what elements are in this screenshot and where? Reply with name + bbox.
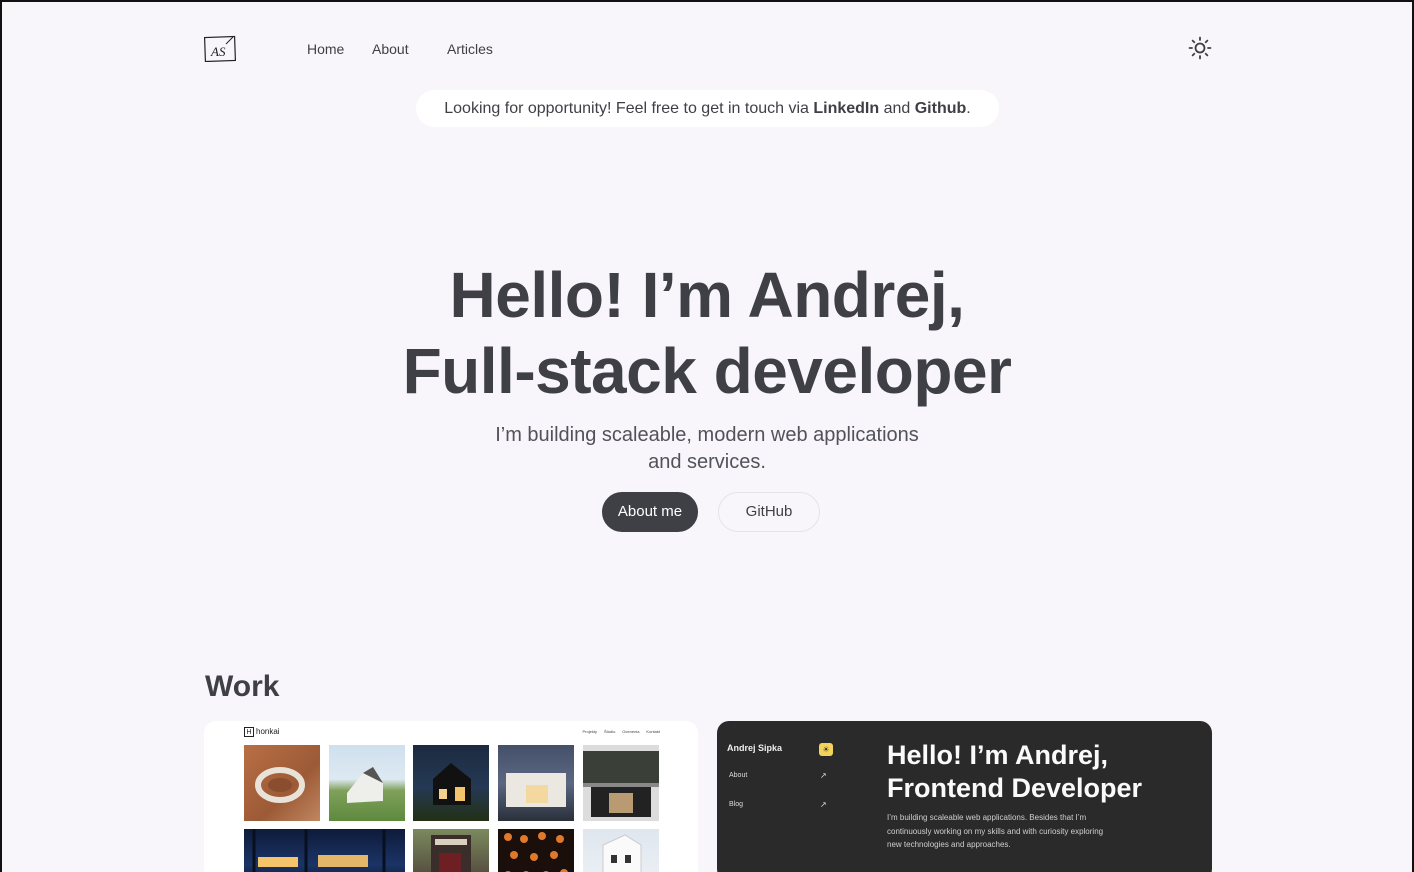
hero-title-line2: Full-stack developer bbox=[402, 335, 1012, 407]
banner-text-middle: and bbox=[879, 100, 915, 117]
hero-subtitle-line1: I’m building scaleable, modern web appli… bbox=[495, 424, 919, 446]
arrow-up-right-icon: ↗ bbox=[820, 771, 827, 780]
hero-title: Hello! I’m Andrej, Full-stack developer bbox=[2, 257, 1412, 409]
honkai-nav: Projekty Štúdio Ocenenia Kontakt bbox=[582, 729, 661, 734]
honkai-logo: Hhonkai bbox=[244, 727, 280, 737]
project-thumbnail bbox=[583, 745, 659, 821]
project-thumbnail bbox=[244, 745, 320, 821]
github-button[interactable]: GitHub bbox=[718, 492, 820, 532]
work-card-portfolio[interactable]: Andrej Sipka ☀ About ↗ Blog ↗ Hello! I’m… bbox=[717, 721, 1212, 872]
hero-subtitle: I’m building scaleable, modern web appli… bbox=[2, 422, 1412, 476]
sun-icon[interactable] bbox=[1188, 36, 1212, 60]
preview-link-about: About bbox=[729, 772, 748, 779]
top-navigation: AS Home About Articles bbox=[203, 32, 1212, 66]
svg-text:AS: AS bbox=[210, 44, 226, 59]
site-logo[interactable]: AS bbox=[203, 34, 237, 63]
preview-link-blog: Blog bbox=[729, 801, 744, 808]
nav-link-home[interactable]: Home bbox=[307, 41, 344, 57]
project-thumbnail bbox=[498, 745, 574, 821]
about-me-button[interactable]: About me bbox=[602, 492, 698, 532]
sun-icon: ☀ bbox=[819, 743, 833, 756]
banner-text-suffix: . bbox=[966, 100, 971, 117]
hero-subtitle-line2: and services. bbox=[648, 451, 766, 473]
preview-subtitle: I’m building scaleable web applications.… bbox=[887, 813, 1104, 849]
nav-link-about[interactable]: About bbox=[372, 41, 409, 57]
work-card-honkai[interactable]: Hhonkai Projekty Štúdio Ocenenia Kontakt bbox=[204, 721, 698, 872]
project-thumbnail bbox=[413, 745, 489, 821]
project-thumbnail bbox=[244, 829, 405, 872]
arrow-up-right-icon: ↗ bbox=[820, 800, 827, 809]
banner-text: Looking for opportunity! Feel free to ge… bbox=[444, 100, 814, 117]
project-thumbnail bbox=[583, 829, 659, 872]
work-section-title: Work bbox=[205, 670, 280, 703]
github-link[interactable]: Github bbox=[915, 100, 967, 117]
opportunity-banner: Looking for opportunity! Feel free to ge… bbox=[416, 90, 999, 127]
hero-title-line1: Hello! I’m Andrej, bbox=[449, 259, 965, 331]
project-thumbnail bbox=[498, 829, 574, 872]
project-thumbnail bbox=[329, 745, 405, 821]
preview-title: Hello! I’m Andrej, Frontend Developer bbox=[887, 740, 1143, 803]
nav-link-articles[interactable]: Articles bbox=[447, 41, 493, 57]
linkedin-link[interactable]: LinkedIn bbox=[813, 100, 879, 117]
preview-name: Andrej Sipka bbox=[727, 743, 783, 753]
project-thumbnail bbox=[413, 829, 489, 872]
